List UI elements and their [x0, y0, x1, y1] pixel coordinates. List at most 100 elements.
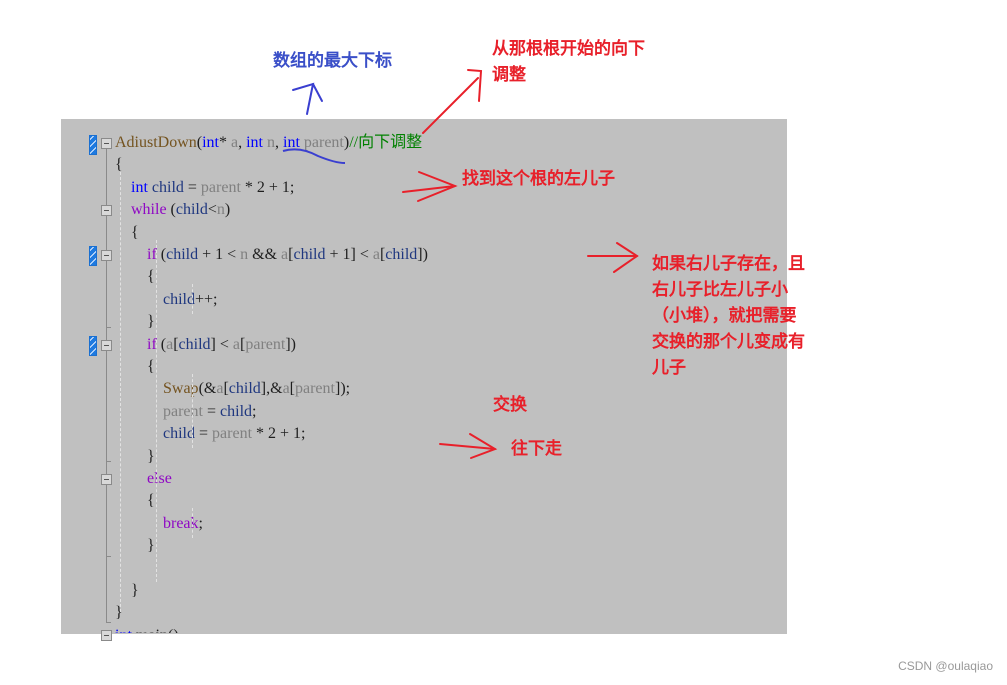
code-line[interactable]: child = parent * 2 + 1;	[115, 423, 305, 445]
code-token: ])	[417, 246, 428, 263]
code-token: (&	[198, 380, 217, 398]
code-token: child	[178, 335, 211, 353]
fold-line	[106, 351, 107, 474]
code-token: child	[166, 246, 199, 263]
annotation-find-left-child: 找到这个根的左儿子	[462, 169, 615, 189]
annotation-adjust-from-root: 从那根根开始的向下 调整	[492, 39, 645, 85]
code-line[interactable]: {	[115, 222, 139, 244]
code-token: a	[372, 246, 380, 263]
code-token: + 1 <	[198, 246, 241, 263]
fold-tick	[106, 327, 111, 328]
fold-line	[106, 149, 107, 205]
code-token: (	[156, 246, 167, 263]
code-token: n	[240, 246, 249, 263]
fold-line	[106, 485, 107, 622]
code-line[interactable]: else	[115, 468, 172, 490]
code-token: ++;	[195, 290, 218, 308]
code-token: }	[115, 604, 123, 622]
code-line[interactable]: while (child<n)	[115, 199, 230, 221]
code-token: parent	[303, 134, 344, 151]
code-token: Swap	[163, 380, 199, 398]
code-token: }	[115, 582, 139, 599]
code-token: *	[219, 134, 231, 151]
code-line[interactable]: int child = parent * 2 + 1;	[115, 177, 294, 199]
code-token: =	[183, 178, 201, 196]
code-line[interactable]: }	[115, 580, 139, 602]
code-token: child	[175, 201, 208, 219]
code-token: int	[115, 627, 132, 633]
code-token: n	[216, 201, 225, 219]
code-line[interactable]: AdiustDown(int* a, int n, int parent)//向…	[115, 132, 422, 154]
code-line[interactable]: if (child + 1 < n && a[child + 1] < a[ch…	[115, 244, 428, 266]
code-token: AdiustDown	[115, 134, 197, 151]
code-line[interactable]: break;	[115, 513, 203, 535]
code-token: {	[115, 223, 139, 241]
code-token: //向下调整	[349, 134, 423, 151]
change-marker-icon	[89, 336, 97, 356]
indent-guide	[192, 284, 193, 314]
fold-line	[106, 261, 107, 340]
code-token: ]);	[334, 380, 351, 398]
code-token: else	[147, 470, 172, 487]
indent-guide	[120, 172, 121, 612]
code-token: parent	[200, 178, 241, 196]
code-token: ] <	[210, 335, 233, 353]
indent-guide	[192, 508, 193, 538]
indent-guide	[156, 240, 157, 582]
code-line[interactable]: {	[115, 154, 123, 176]
collapse-main-icon[interactable]	[101, 630, 112, 641]
fold-tick	[106, 461, 111, 462]
watermark: CSDN @oulaqiao	[898, 659, 993, 673]
code-token: int	[131, 178, 148, 196]
code-token: a	[282, 380, 290, 398]
code-line[interactable]: if (a[child] < a[parent])	[115, 334, 296, 356]
code-token: + 1] <	[325, 246, 373, 263]
code-token: ],&	[260, 380, 283, 398]
code-token: ,	[238, 134, 247, 151]
code-token: (	[156, 335, 167, 353]
code-token: (	[166, 201, 176, 219]
code-token: child	[293, 246, 326, 263]
code-token: &&	[248, 246, 282, 263]
code-token: int	[246, 134, 263, 151]
code-line[interactable]: }	[115, 602, 123, 624]
code-token: child	[151, 178, 184, 196]
code-token: * 2 + 1;	[240, 178, 295, 196]
indent-guide	[192, 374, 193, 448]
code-line[interactable]: Swap(&a[child],&a[parent]);	[115, 378, 350, 400]
change-marker-icon	[89, 246, 97, 266]
code-token: parent	[295, 380, 335, 398]
code-token: child	[228, 380, 261, 398]
annotation-swap: 交换	[493, 395, 527, 415]
annotation-go-down: 往下走	[511, 439, 562, 459]
collapse-if-icon[interactable]	[101, 340, 112, 351]
code-token: <	[207, 201, 217, 219]
code-token: ])	[285, 335, 296, 353]
code-token: )	[224, 201, 231, 219]
collapse-while-icon[interactable]	[101, 205, 112, 216]
code-token: int	[202, 134, 219, 151]
collapse-function-icon[interactable]	[101, 138, 112, 149]
code-token: int	[283, 134, 300, 151]
collapse-if-icon[interactable]	[101, 250, 112, 261]
code-token: a	[232, 335, 241, 353]
code-line[interactable]: parent = child;	[115, 401, 256, 423]
code-token: * 2 + 1;	[252, 425, 306, 443]
code-token: child	[385, 246, 418, 263]
code-token: parent	[245, 335, 286, 353]
fold-line	[106, 216, 107, 250]
fold-tick	[106, 622, 111, 623]
code-token: child	[163, 290, 195, 308]
code-token: child	[220, 402, 253, 420]
collapse-else-icon[interactable]	[101, 474, 112, 485]
code-line[interactable]: int main()	[115, 625, 179, 633]
code-line[interactable]: child++;	[115, 289, 218, 311]
code-token: child	[163, 425, 195, 443]
code-token: ,	[275, 134, 283, 151]
blue-up-arrow-icon	[292, 82, 323, 115]
change-marker-icon	[89, 135, 97, 155]
fold-tick	[106, 556, 111, 557]
code-token: parent	[212, 425, 253, 443]
